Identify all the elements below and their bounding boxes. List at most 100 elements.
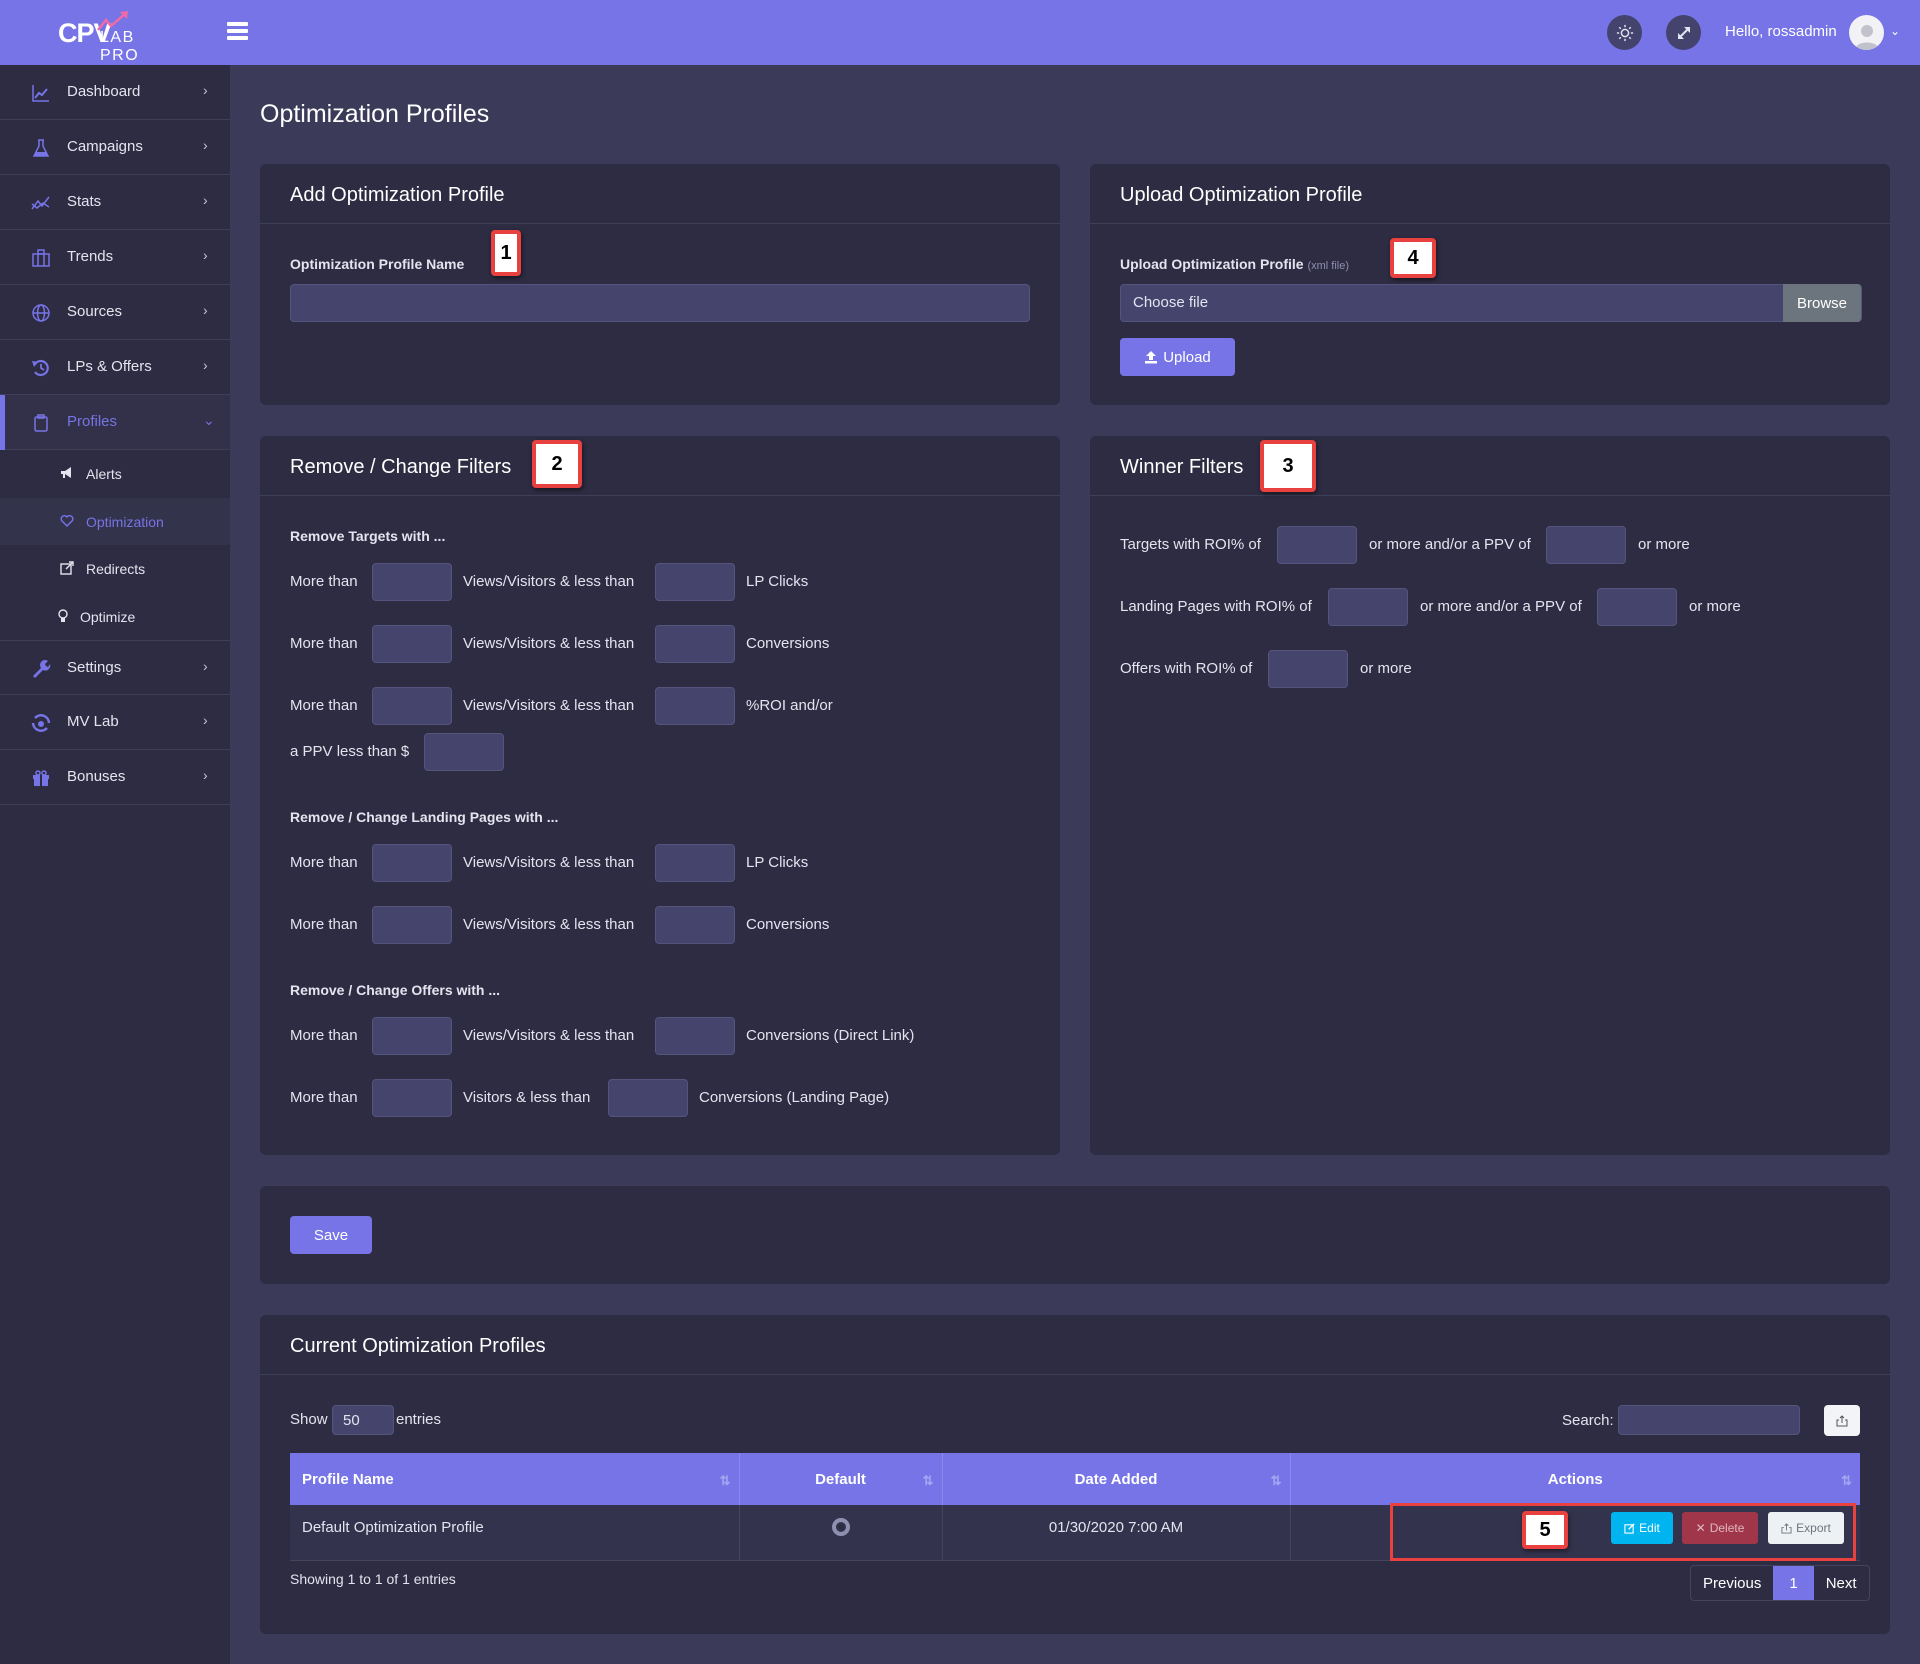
column-header-default[interactable]: Default⇅ <box>739 1453 942 1505</box>
sidebar-item-sources[interactable]: Sources › <box>0 285 230 340</box>
export-table-button[interactable] <box>1824 1405 1860 1436</box>
sidebar-item-campaigns[interactable]: Campaigns › <box>0 120 230 175</box>
sidebar-item-mv-lab[interactable]: MV Lab › <box>0 695 230 750</box>
sidebar-item-label: Settings <box>67 659 121 676</box>
sidebar-subitem-optimization[interactable]: Optimization <box>0 498 230 546</box>
sidebar-item-label: Campaigns <box>67 138 143 155</box>
row-middle: Views/Visitors & less than <box>463 1027 634 1044</box>
pagination-previous[interactable]: Previous <box>1691 1566 1773 1600</box>
share-icon <box>1781 1523 1792 1534</box>
sidebar-subitem-alerts[interactable]: Alerts <box>0 450 230 498</box>
edit-icon <box>1624 1523 1635 1534</box>
edit-button[interactable]: Edit <box>1611 1512 1673 1544</box>
sidebar-item-lps-offers[interactable]: LPs & Offers › <box>0 340 230 395</box>
targets-ppv-winner-input[interactable] <box>1546 526 1626 564</box>
targets-conversions-views-input[interactable] <box>372 625 452 663</box>
search-input[interactable] <box>1618 1405 1800 1435</box>
lp-lpclicks-input[interactable] <box>655 844 735 882</box>
upload-label-text: Upload Optimization Profile <box>1120 256 1304 272</box>
sidebar-item-settings[interactable]: Settings › <box>0 640 230 695</box>
file-input[interactable]: Choose file Browse <box>1120 284 1862 322</box>
sidebar-item-bonuses[interactable]: Bonuses › <box>0 750 230 805</box>
remove-offers-heading: Remove / Change Offers with ... <box>290 982 500 998</box>
row-prefix: More than <box>290 1027 358 1044</box>
briefcase-icon <box>31 248 51 268</box>
pagination-next[interactable]: Next <box>1814 1566 1869 1600</box>
column-header-profile-name[interactable]: Profile Name⇅ <box>290 1453 739 1505</box>
row-mid: or more and/or a PPV of <box>1369 536 1531 553</box>
save-button[interactable]: Save <box>290 1216 372 1254</box>
upload-button[interactable]: Upload <box>1120 338 1235 376</box>
xml-file-note: (xml file) <box>1307 260 1349 272</box>
targets-conversions-input[interactable] <box>655 625 735 663</box>
row-prefix: More than <box>290 635 358 652</box>
row-label: Offers with ROI% of <box>1120 660 1252 677</box>
delete-button[interactable]: ✕ Delete <box>1682 1512 1758 1544</box>
wrench-icon <box>31 659 51 679</box>
row-prefix: More than <box>290 1089 358 1106</box>
pagination-page-1[interactable]: 1 <box>1773 1566 1813 1600</box>
column-label: Actions <box>1548 1471 1603 1488</box>
sidebar-item-label: Sources <box>67 303 122 320</box>
card-header: Add Optimization Profile <box>260 164 1060 224</box>
export-button[interactable]: Export <box>1768 1512 1844 1544</box>
user-menu-chevron-icon[interactable]: ⌄ <box>1890 24 1900 38</box>
fullscreen-button[interactable] <box>1666 15 1701 50</box>
heart-icon <box>60 514 74 528</box>
default-radio-icon[interactable] <box>832 1518 850 1536</box>
row-suffix: Conversions <box>746 916 829 933</box>
mvlab-icon <box>31 713 51 733</box>
sidebar-item-profiles[interactable]: Profiles ⌄ <box>0 395 230 450</box>
share-icon <box>1836 1415 1848 1427</box>
current-profiles-card: Current Optimization Profiles Show 50 en… <box>260 1315 1890 1634</box>
offers-lp-visitors-input[interactable] <box>372 1079 452 1117</box>
sidebar-item-dashboard[interactable]: Dashboard › <box>0 65 230 120</box>
lp-lpclicks-views-input[interactable] <box>372 844 452 882</box>
entries-select[interactable]: 50 <box>332 1405 394 1435</box>
lp-ppv-winner-input[interactable] <box>1597 588 1677 626</box>
row-suffix: %ROI and/or <box>746 697 833 714</box>
sidebar-subitem-redirects[interactable]: Redirects <box>0 545 230 593</box>
sidebar-subitem-label: Optimize <box>80 609 135 625</box>
chevron-right-icon: › <box>203 137 208 153</box>
profile-name-input[interactable] <box>290 284 1030 322</box>
logo[interactable]: CPV LAB PRO <box>58 12 178 52</box>
row-middle: Views/Visitors & less than <box>463 635 634 652</box>
lp-conversions-views-input[interactable] <box>372 906 452 944</box>
top-navbar: CPV LAB PRO Hello, rossadmin ⌄ <box>0 0 1920 65</box>
targets-roi-winner-input[interactable] <box>1277 526 1357 564</box>
row-label: Landing Pages with ROI% of <box>1120 598 1312 615</box>
row-suffix: LP Clicks <box>746 854 808 871</box>
column-header-actions[interactable]: Actions⇅ <box>1290 1453 1860 1505</box>
chevron-right-icon: › <box>203 658 208 674</box>
remove-targets-heading: Remove Targets with ... <box>290 528 445 544</box>
add-profile-card: Add Optimization Profile Optimization Pr… <box>260 164 1060 405</box>
delete-label: Delete <box>1710 1521 1745 1535</box>
column-header-date-added[interactable]: Date Added⇅ <box>942 1453 1290 1505</box>
lp-conversions-input[interactable] <box>655 906 735 944</box>
targets-lpclicks-input[interactable] <box>655 563 735 601</box>
user-avatar[interactable] <box>1849 15 1884 50</box>
search-label: Search: <box>1562 1412 1614 1429</box>
row-end: or more <box>1360 660 1412 677</box>
theme-toggle-button[interactable] <box>1607 15 1642 50</box>
sidebar-subitem-label: Redirects <box>86 561 145 577</box>
offers-direct-views-input[interactable] <box>372 1017 452 1055</box>
targets-ppv-input[interactable] <box>424 733 504 771</box>
sidebar-subitem-label: Alerts <box>86 466 122 482</box>
offers-roi-winner-input[interactable] <box>1268 650 1348 688</box>
sidebar-item-stats[interactable]: Stats › <box>0 175 230 230</box>
menu-toggle-icon[interactable] <box>227 22 248 40</box>
offers-lp-conversions-input[interactable] <box>608 1079 688 1117</box>
targets-lpclicks-views-input[interactable] <box>372 563 452 601</box>
offers-direct-conversions-input[interactable] <box>655 1017 735 1055</box>
sidebar-subitem-optimize[interactable]: Optimize <box>0 593 230 641</box>
browse-button[interactable]: Browse <box>1783 284 1861 322</box>
lp-roi-winner-input[interactable] <box>1328 588 1408 626</box>
targets-roi-input[interactable] <box>655 687 735 725</box>
column-label: Date Added <box>1075 1471 1158 1488</box>
sidebar-item-trends[interactable]: Trends › <box>0 230 230 285</box>
annotation-marker-3: 3 <box>1260 440 1316 492</box>
close-icon: ✕ <box>1696 1521 1706 1535</box>
targets-roi-views-input[interactable] <box>372 687 452 725</box>
